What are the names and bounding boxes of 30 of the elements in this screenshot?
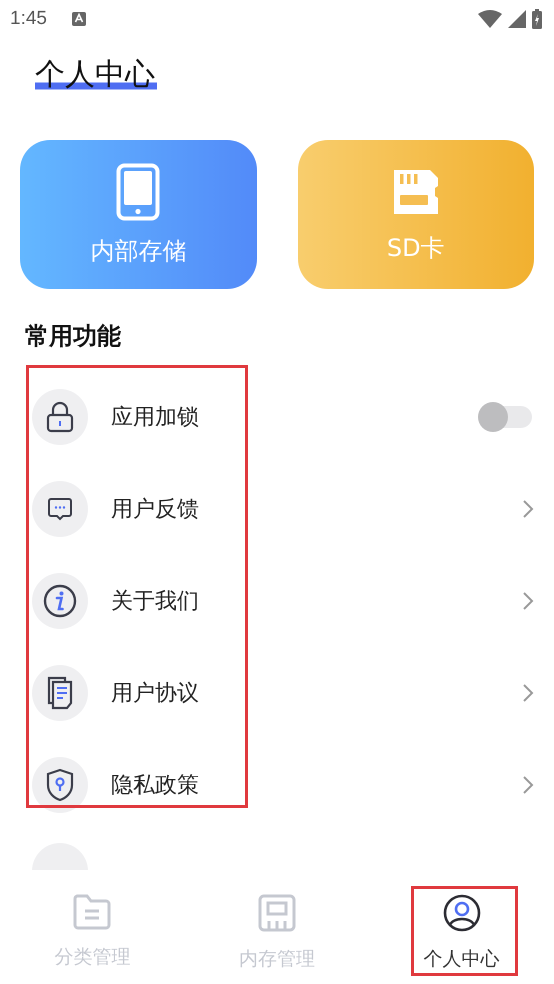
menu-label: 隐私政策 bbox=[111, 772, 199, 800]
menu-item[interactable]: 关于我们 bbox=[32, 555, 534, 647]
tablet-icon bbox=[116, 162, 160, 220]
menu-label: 用户反馈 bbox=[111, 496, 199, 524]
menu-label: 关于我们 bbox=[111, 588, 199, 616]
menu-label: 应用加锁 bbox=[111, 404, 199, 432]
lock-icon bbox=[46, 401, 74, 433]
person-icon bbox=[442, 894, 481, 932]
menu-label: 用户协议 bbox=[111, 680, 199, 708]
menu-item[interactable]: 应用加锁 bbox=[32, 371, 534, 463]
keyboard-notification-icon bbox=[70, 11, 87, 27]
memory-card-icon bbox=[258, 894, 296, 932]
signal-icon bbox=[508, 10, 526, 28]
menu-item[interactable]: 用户反馈 bbox=[32, 463, 534, 555]
menu-item[interactable]: 用户协议 bbox=[32, 647, 534, 739]
chevron-right-icon bbox=[522, 775, 534, 795]
chevron-right-icon bbox=[522, 499, 534, 519]
documents-icon bbox=[46, 676, 74, 710]
chat-bubble-icon bbox=[47, 496, 73, 522]
status-time: 1:45 bbox=[10, 8, 47, 30]
info-icon bbox=[43, 584, 77, 618]
folder-icon bbox=[73, 894, 112, 930]
wifi-icon bbox=[478, 10, 502, 28]
chevron-right-icon bbox=[522, 683, 534, 703]
menu-item[interactable]: 隐私政策 bbox=[32, 739, 534, 831]
section-title: 常用功能 bbox=[25, 321, 122, 352]
shield-icon bbox=[46, 768, 74, 802]
battery-icon bbox=[532, 9, 542, 29]
nav-tab[interactable]: 个人中心 bbox=[369, 870, 554, 984]
chevron-right-icon bbox=[522, 591, 534, 611]
